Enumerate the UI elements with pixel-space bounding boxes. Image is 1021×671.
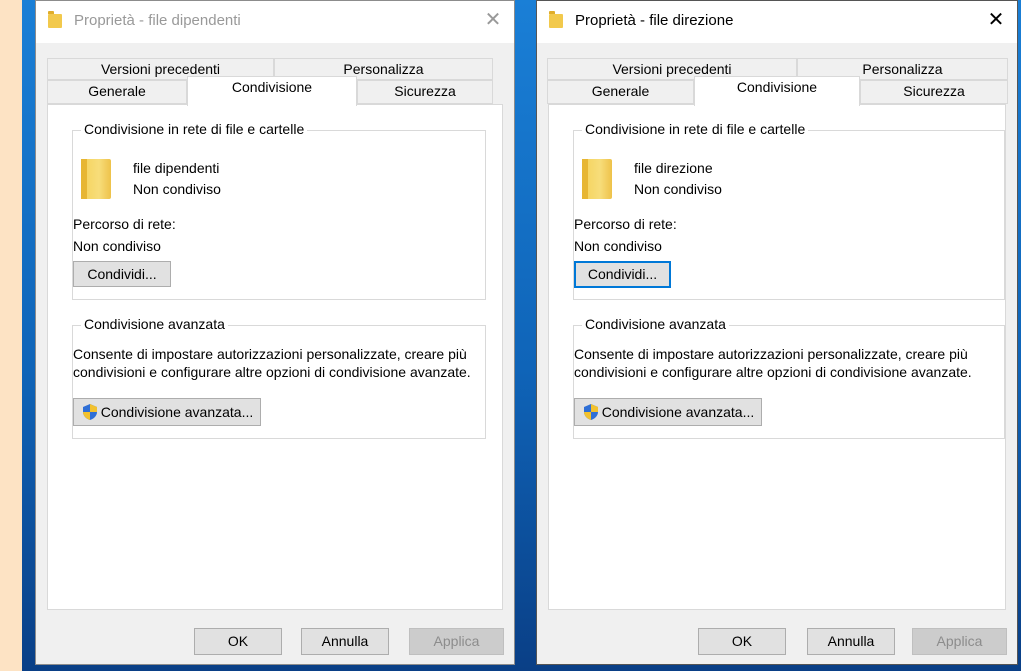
window-title: Proprietà - file dipendenti xyxy=(74,12,241,29)
ok-button[interactable]: OK xyxy=(194,628,282,655)
advanced-description-line2: condivisioni e configurare altre opzioni… xyxy=(574,364,972,380)
sharing-status: Non condiviso xyxy=(133,181,221,197)
network-sharing-group: Condivisione in rete di file e cartelle … xyxy=(72,121,486,300)
advanced-sharing-group: Condivisione avanzata Consente di impost… xyxy=(573,316,1005,439)
sharing-status: Non condiviso xyxy=(634,181,722,197)
sharing-panel: Condivisione in rete di file e cartelle … xyxy=(47,104,503,610)
folder-icon xyxy=(48,11,62,28)
close-icon[interactable]: ✕ xyxy=(985,9,1007,31)
uac-shield-icon xyxy=(583,404,598,420)
properties-dialog-right: Proprietà - file direzione ✕ Versioni pr… xyxy=(536,0,1018,665)
cancel-button[interactable]: Annulla xyxy=(807,628,895,655)
sharing-panel: Condivisione in rete di file e cartelle … xyxy=(548,104,1006,610)
tab-generale[interactable]: Generale xyxy=(47,80,187,104)
window-title: Proprietà - file direzione xyxy=(575,12,734,29)
tab-sicurezza[interactable]: Sicurezza xyxy=(357,80,493,104)
close-icon[interactable]: ✕ xyxy=(482,9,504,31)
network-path-value: Non condiviso xyxy=(574,238,662,254)
network-path-value: Non condiviso xyxy=(73,238,161,254)
tab-condivisione[interactable]: Condivisione xyxy=(187,76,357,106)
folder-name: file dipendenti xyxy=(133,160,220,176)
folder-icon xyxy=(582,159,612,199)
group-label: Condivisione avanzata xyxy=(81,316,228,332)
group-label: Condivisione avanzata xyxy=(582,316,729,332)
advanced-sharing-button[interactable]: Condivisione avanzata... xyxy=(574,398,762,426)
network-path-label: Percorso di rete: xyxy=(73,216,176,232)
folder-icon xyxy=(81,159,111,199)
folder-name: file direzione xyxy=(634,160,713,176)
advanced-description-line1: Consente di impostare autorizzazioni per… xyxy=(574,346,968,362)
folder-icon xyxy=(549,11,563,28)
title-bar[interactable]: Proprietà - file direzione ✕ xyxy=(537,1,1017,43)
cancel-button[interactable]: Annulla xyxy=(301,628,389,655)
advanced-description-line1: Consente di impostare autorizzazioni per… xyxy=(73,346,467,362)
share-button[interactable]: Condividi... xyxy=(73,261,171,287)
apply-button[interactable]: Applica xyxy=(912,628,1007,655)
tab-generale[interactable]: Generale xyxy=(547,80,694,104)
ok-button[interactable]: OK xyxy=(698,628,786,655)
advanced-sharing-group: Condivisione avanzata Consente di impost… xyxy=(72,316,486,439)
advanced-sharing-label: Condivisione avanzata... xyxy=(100,404,254,420)
network-sharing-group: Condivisione in rete di file e cartelle … xyxy=(573,121,1005,300)
advanced-sharing-label: Condivisione avanzata... xyxy=(601,404,755,420)
network-path-label: Percorso di rete: xyxy=(574,216,677,232)
advanced-sharing-button[interactable]: Condivisione avanzata... xyxy=(73,398,261,426)
group-label: Condivisione in rete di file e cartelle xyxy=(582,121,809,137)
title-bar[interactable]: Proprietà - file dipendenti ✕ xyxy=(36,1,514,43)
properties-dialog-left: Proprietà - file dipendenti ✕ Versioni p… xyxy=(35,0,515,665)
tab-sicurezza[interactable]: Sicurezza xyxy=(860,80,1008,104)
tab-condivisione[interactable]: Condivisione xyxy=(694,76,860,106)
tab-strip: Versioni precedenti Personalizza General… xyxy=(537,54,1017,106)
share-button[interactable]: Condividi... xyxy=(574,261,671,288)
uac-shield-icon xyxy=(82,404,97,420)
group-label: Condivisione in rete di file e cartelle xyxy=(81,121,308,137)
tab-strip: Versioni precedenti Personalizza General… xyxy=(36,54,514,106)
apply-button[interactable]: Applica xyxy=(409,628,504,655)
advanced-description-line2: condivisioni e configurare altre opzioni… xyxy=(73,364,471,380)
